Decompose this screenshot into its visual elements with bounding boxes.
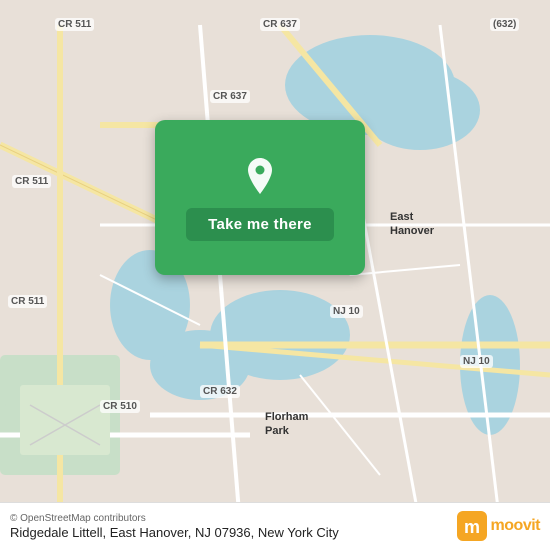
map-container: CR 511 CR 637 CR 637 CR 511 CR 511 NJ 10…: [0, 0, 550, 550]
road-label-632: (632): [490, 18, 519, 31]
road-label-nj10: NJ 10: [330, 305, 363, 318]
bottom-bar: © OpenStreetMap contributors Ridgedale L…: [0, 502, 550, 550]
bottom-info: © OpenStreetMap contributors Ridgedale L…: [10, 511, 449, 542]
place-east-hanover: EastHanover: [390, 210, 434, 239]
road-label-cr637-mid: CR 637: [210, 90, 250, 103]
road-label-cr511-top: CR 511: [55, 18, 94, 31]
take-me-there-button[interactable]: Take me there: [186, 208, 334, 241]
location-pin-icon: [238, 154, 282, 198]
moovit-logo: m moovit: [457, 511, 540, 541]
moovit-icon: m: [457, 511, 487, 541]
road-label-cr511-bot: CR 511: [8, 295, 47, 308]
road-label-cr511-mid: CR 511: [12, 175, 51, 188]
location-card: Take me there: [155, 120, 365, 275]
place-florham-park: FlorhamPark: [265, 410, 308, 439]
address-text: Ridgedale Littell, East Hanover, NJ 0793…: [10, 524, 449, 542]
map-background: [0, 0, 550, 550]
road-label-nj10-far: NJ 10: [460, 355, 493, 368]
road-label-cr510: CR 510: [100, 400, 140, 413]
svg-text:m: m: [464, 517, 480, 537]
attribution-text: © OpenStreetMap contributors: [10, 513, 449, 524]
moovit-wordmark: moovit: [491, 517, 540, 535]
road-label-cr632: CR 632: [200, 385, 240, 398]
road-label-cr637-top: CR 637: [260, 18, 300, 31]
